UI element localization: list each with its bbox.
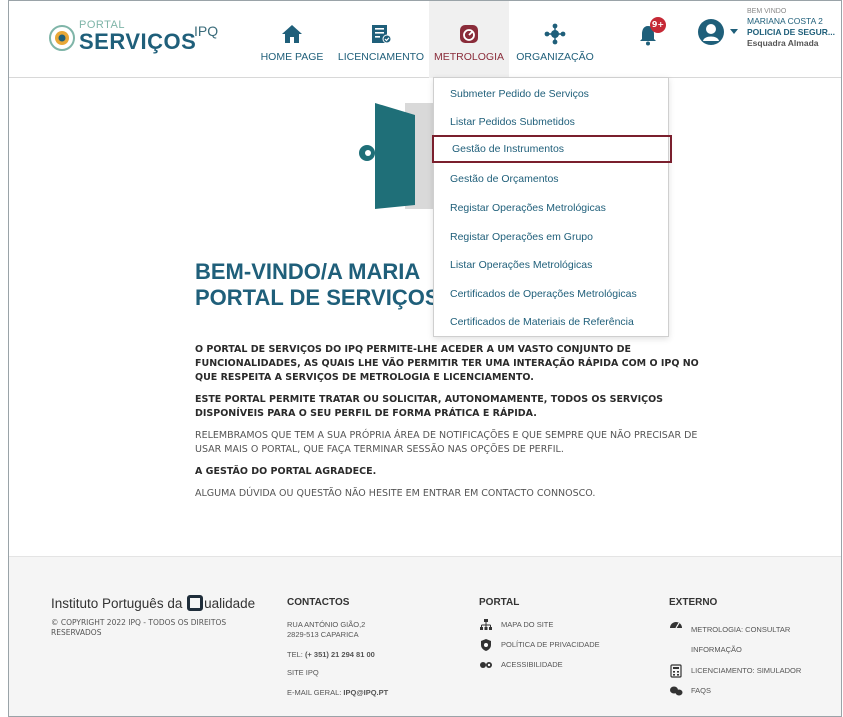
email-link[interactable]: IPQ@IPQ.PT	[343, 688, 388, 697]
welcome-heading: BEM-VINDO/A MARIA PORTAL DE SERVIÇOS	[195, 259, 440, 311]
welcome-line-2: PORTAL DE SERVIÇOS	[195, 285, 440, 310]
notifications-badge: 9+	[650, 17, 666, 33]
user-name: MARIANA COSTA 2	[747, 16, 823, 26]
user-icon	[703, 24, 719, 41]
nav-licenciamento[interactable]: LICENCIAMENTO	[335, 11, 427, 77]
nav-home-label: HOME PAGE	[260, 51, 324, 63]
metrologia-info-label: METROLOGIA: CONSULTAR INFORMAÇÃO	[691, 625, 791, 654]
accessibility-label: ACESSIBILIDADE	[501, 660, 563, 669]
ipq-logo-text: IPQ	[194, 23, 219, 39]
simulador-link[interactable]: LICENCIAMENTO: SIMULADOR	[669, 664, 839, 678]
menu-item-registar-operacoes[interactable]: Registar Operações Metrológicas	[434, 194, 670, 222]
nav-home[interactable]: HOME PAGE	[255, 11, 329, 77]
externo-heading: EXTERNO	[669, 597, 718, 608]
contact-paragraph: ALGUMA DÚVIDA OU QUESTÃO NÃO HESITE EM E…	[195, 488, 596, 499]
sitemap-label: MAPA DO SITE	[501, 620, 554, 629]
sitemap-icon	[480, 619, 492, 630]
menu-item-gestao-orcamentos[interactable]: Gestão de Orçamentos	[434, 165, 670, 193]
menu-item-certificados-materiais[interactable]: Certificados de Materiais de Referência	[434, 308, 670, 336]
copyright-text: © COPYRIGHT 2022 IPQ - TODOS OS DIREITOS…	[51, 618, 227, 637]
chat-bubbles-icon	[670, 686, 683, 696]
metrologia-info-link[interactable]: METROLOGIA: CONSULTAR INFORMAÇÃO	[669, 620, 839, 660]
welcome-body: O PORTAL DE SERVIÇOS DO IPQ PERMITE-LHE …	[195, 343, 715, 509]
faqs-link[interactable]: FAQS	[669, 686, 839, 696]
user-organization: POLICIA DE SEGUR...	[747, 27, 836, 37]
logo-emblem-icon	[49, 25, 75, 51]
ipq-brand: Instituto Português da ualidade	[51, 595, 255, 611]
accessibility-link[interactable]: ACESSIBILIDADE	[479, 660, 639, 670]
privacy-label: POLÍTICA DE PRIVACIDADE	[501, 640, 600, 649]
address-line-2: 2829-513 CAPARICA	[287, 630, 359, 639]
page-footer: Instituto Português da ualidade © COPYRI…	[9, 556, 841, 716]
footer-contactos: CONTACTOS RUA ANTÓNIO GIÃO,2 2829-513 CA…	[287, 597, 447, 698]
logo-big-text: SERVIÇOS	[79, 29, 197, 54]
calculator-icon	[670, 664, 682, 678]
gauge-icon	[670, 622, 682, 629]
contactos-heading: CONTACTOS	[287, 597, 350, 608]
portal-paragraph: ESTE PORTAL PERMITE TRATAR OU SOLICITAR,…	[195, 394, 664, 419]
menu-item-listar-pedidos[interactable]: Listar Pedidos Submetidos	[434, 108, 670, 136]
accessibility-icon	[480, 662, 492, 668]
user-department: Esquadra Almada	[747, 38, 819, 48]
page-frame: PORTAL SERVIÇOS IPQ HOME PAGE LICENCIAME…	[8, 0, 842, 717]
faqs-label: FAQS	[691, 686, 712, 695]
menu-item-gestao-instrumentos[interactable]: Gestão de Instrumentos	[432, 135, 672, 163]
privacy-link[interactable]: POLÍTICA DE PRIVACIDADE	[479, 639, 639, 651]
address-line-1: RUA ANTÓNIO GIÃO,2	[287, 620, 366, 629]
welcome-line-1: BEM-VINDO/A MARIA	[195, 259, 421, 284]
footer-externo: EXTERNO METROLOGIA: CONSULTAR INFORMAÇÃO…	[669, 597, 839, 696]
gauge-icon	[460, 25, 478, 43]
nav-licenciamento-label: LICENCIAMENTO	[337, 51, 425, 63]
document-check-icon	[372, 25, 392, 44]
email-label: E-MAIL GERAL:	[287, 688, 344, 697]
menu-item-submeter-pedido[interactable]: Submeter Pedido de Serviços	[434, 80, 670, 108]
user-avatar[interactable]	[698, 19, 724, 45]
brand-q-icon	[187, 595, 204, 611]
intro-paragraph: O PORTAL DE SERVIÇOS DO IPQ PERMITE-LHE …	[195, 344, 699, 383]
shield-icon	[481, 639, 491, 651]
phone-number: (+ 351) 21 294 81 00	[304, 650, 375, 659]
site-ipq-link[interactable]: SITE IPQ	[287, 668, 447, 678]
footer-portal: PORTAL MAPA DO SITE POLÍTICA DE PRIVACID…	[479, 597, 639, 670]
phone-label: TEL:	[287, 650, 305, 659]
menu-item-certificados-operacoes[interactable]: Certificados de Operações Metrológicas	[434, 280, 670, 308]
nav-metrologia[interactable]: METROLOGIA	[429, 1, 509, 78]
metrologia-dropdown-menu: Submeter Pedido de Serviços Listar Pedid…	[432, 77, 672, 337]
phone-line: TEL: (+ 351) 21 294 81 00	[287, 650, 447, 660]
thanks-paragraph: A GESTÃO DO PORTAL AGRADECE.	[195, 466, 377, 477]
sitemap-link[interactable]: MAPA DO SITE	[479, 619, 639, 630]
top-header: PORTAL SERVIÇOS IPQ HOME PAGE LICENCIAME…	[9, 1, 841, 78]
user-welcome-label: BEM VINDO	[747, 8, 787, 15]
home-icon	[282, 25, 302, 43]
simulador-label: LICENCIAMENTO: SIMULADOR	[691, 666, 802, 675]
menu-item-listar-operacoes[interactable]: Listar Operações Metrológicas	[434, 251, 670, 279]
brand-text-pre: Instituto Português da	[51, 596, 183, 611]
user-info[interactable]: BEM VINDO MARIANA COSTA 2 POLICIA DE SEG…	[747, 7, 839, 49]
organization-icon	[544, 23, 566, 45]
nav-metrologia-label: METROLOGIA	[433, 51, 504, 63]
menu-item-registar-grupo[interactable]: Registar Operações em Grupo	[434, 223, 670, 251]
notifications-paragraph: RELEMBRAMOS QUE TEM A SUA PRÓPRIA ÁREA D…	[195, 430, 698, 455]
portal-servicos-logo[interactable]: PORTAL SERVIÇOS IPQ	[49, 19, 229, 59]
email-line: E-MAIL GERAL: IPQ@IPQ.PT	[287, 688, 447, 698]
nav-organizacao-label: ORGANIZAÇÃO	[516, 51, 594, 63]
brand-text-post: ualidade	[204, 596, 256, 611]
user-menu-caret-icon[interactable]	[730, 29, 738, 34]
nav-organizacao[interactable]: ORGANIZAÇÃO	[515, 11, 595, 77]
portal-heading: PORTAL	[479, 597, 520, 608]
